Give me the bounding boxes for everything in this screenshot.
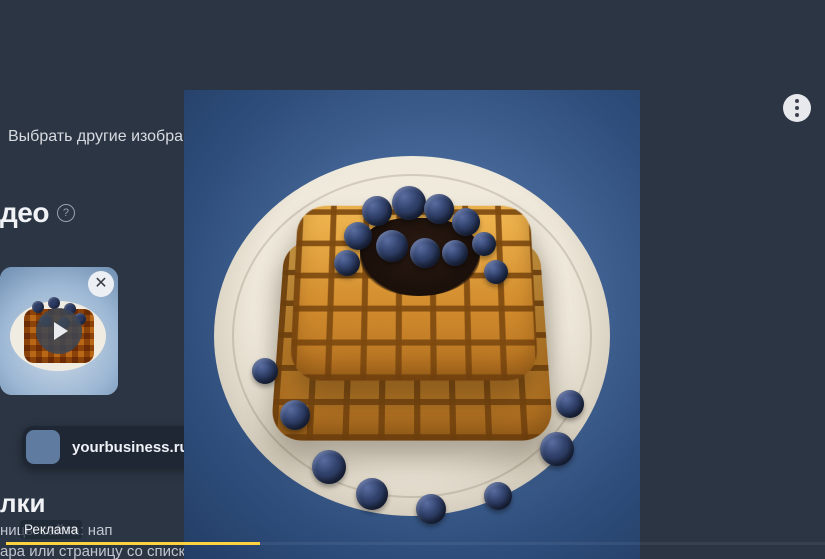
preview-berry [416,494,446,524]
preview-berry [344,222,372,250]
preview-berry [376,230,408,262]
preview-berry [410,238,440,268]
video-section-heading: део ? [0,197,75,229]
preview-berry [472,232,496,256]
preview-berry [252,358,278,384]
preview-berry [484,482,512,510]
video-thumbnail[interactable]: ✕ [0,267,118,395]
preview-berry [442,240,468,266]
ad-label: Реклама [20,520,82,539]
ad-favicon [26,430,60,464]
preview-berry [362,196,392,226]
select-other-images-link[interactable]: Выбрать другие изобра [8,128,183,146]
preview-berry [424,194,454,224]
preview-berry [356,478,388,510]
preview-berry [452,208,480,236]
preview-berry [484,260,508,284]
kebab-dot-icon [795,113,799,117]
quicklinks-heading: лки [0,488,46,519]
remove-thumbnail-button[interactable]: ✕ [88,271,114,297]
kebab-dot-icon [795,99,799,103]
preview-berry [540,432,574,466]
preview-berry [280,400,310,430]
ad-progress-track [6,542,825,545]
preview-berry [334,250,360,276]
more-options-button[interactable] [783,94,811,122]
video-heading-text: део [0,197,49,229]
page-root: Выбрать другие изобра део ? ✕ yourbusine… [0,0,825,559]
preview-berry [312,450,346,484]
preview-berry [556,390,584,418]
image-preview [184,90,640,559]
ad-domain-text: yourbusiness.ru [68,439,193,456]
ad-progress-fill [6,542,260,545]
kebab-dot-icon [795,106,799,110]
preview-berry [392,186,426,220]
info-icon[interactable]: ? [57,204,75,222]
play-icon[interactable] [36,308,82,354]
